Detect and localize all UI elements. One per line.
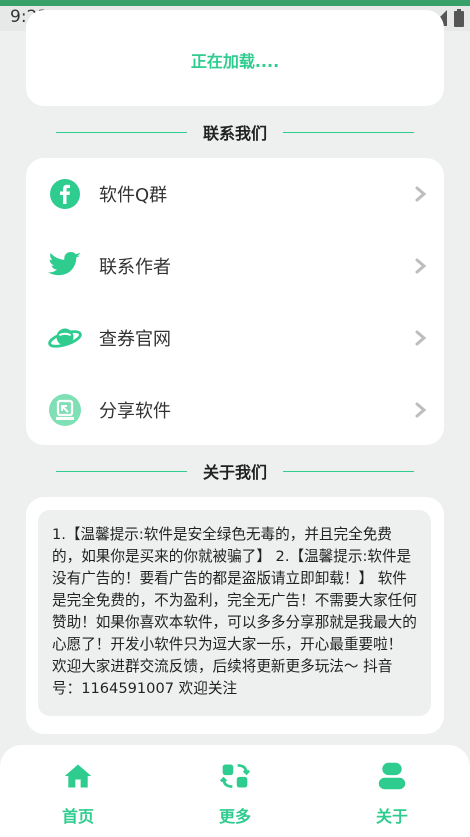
contact-item-contact-author[interactable]: 联系作者 <box>26 230 444 302</box>
contact-item-label: 查券官网 <box>99 329 171 350</box>
contact-item-share-app[interactable]: 分享软件 <box>26 374 444 446</box>
divider <box>283 470 415 472</box>
tab-label: 关于 <box>375 807 408 826</box>
twitter-icon <box>48 249 82 283</box>
contact-item-label: 联系作者 <box>99 257 171 278</box>
tab-label: 首页 <box>61 807 94 826</box>
home-icon <box>64 764 92 788</box>
user-icon <box>378 762 406 790</box>
contact-item-label: 分享软件 <box>99 401 171 422</box>
loading-text: 正在加载.... <box>190 52 280 71</box>
planet-icon <box>48 321 82 355</box>
bottom-tab-bar: 首页 更多 关于 <box>0 745 470 837</box>
battery-icon <box>454 9 464 27</box>
divider <box>56 131 187 133</box>
about-section-title: 关于我们 <box>203 463 268 482</box>
tab-about[interactable]: 关于 <box>352 761 432 827</box>
contact-card: 软件Q群 联系作者 查券官网 分享软件 <box>26 158 444 445</box>
divider <box>56 470 187 472</box>
contact-section-header: 联系我们 <box>56 120 415 144</box>
contact-item-coupon-site[interactable]: 查券官网 <box>26 302 444 374</box>
tab-more[interactable]: 更多 <box>195 761 275 827</box>
refresh-icon <box>219 764 251 788</box>
contact-section-title: 联系我们 <box>203 124 268 143</box>
about-section-header: 关于我们 <box>56 459 415 483</box>
divider <box>283 131 415 133</box>
chevron-right-icon <box>415 330 427 346</box>
chevron-right-icon <box>415 402 427 418</box>
tab-home[interactable]: 首页 <box>38 761 118 827</box>
about-card: 1.【温馨提示:软件是安全绿色无毒的，并且完全免费的，如果你是买来的你就被骗了】… <box>26 497 444 734</box>
facebook-icon <box>48 177 82 211</box>
share-icon <box>48 393 82 427</box>
about-text: 1.【温馨提示:软件是安全绿色无毒的，并且完全免费的，如果你是买来的你就被骗了】… <box>38 510 431 716</box>
contact-item-qq-group[interactable]: 软件Q群 <box>26 158 444 230</box>
contact-item-label: 软件Q群 <box>99 185 168 206</box>
chevron-right-icon <box>415 186 427 202</box>
loading-card: 正在加载.... <box>26 10 444 106</box>
chevron-right-icon <box>415 258 427 274</box>
tab-label: 更多 <box>218 807 251 826</box>
